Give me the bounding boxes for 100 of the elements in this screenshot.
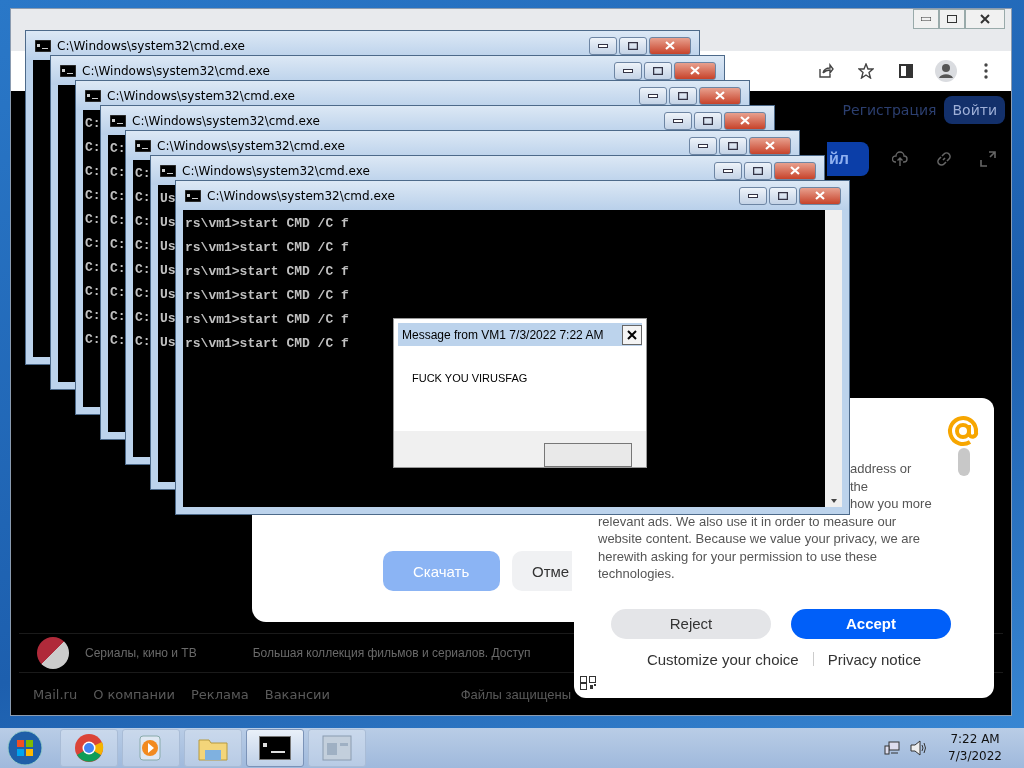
console-line: C: (85, 115, 101, 133)
minimize-button[interactable] (589, 36, 617, 55)
maximize-button[interactable] (939, 9, 965, 29)
minimize-button[interactable] (664, 111, 692, 130)
consent-text-fragment: address or (850, 460, 912, 478)
maximize-icon (778, 191, 788, 200)
close-icon (765, 141, 775, 150)
minimize-icon (698, 143, 708, 148)
scrollbar-thumb[interactable] (958, 448, 970, 476)
console-line: Us (160, 262, 176, 280)
console-line: C: (110, 140, 126, 158)
close-icon (690, 66, 700, 75)
footer-link[interactable]: Вакансии (264, 686, 330, 702)
download-button[interactable]: йл (827, 142, 869, 176)
console-icon (185, 189, 201, 202)
terminal-icon (259, 736, 291, 760)
dialog-title: Message from VM1 7/3/2022 7:22 AM (402, 327, 604, 342)
console-icon (35, 39, 51, 52)
console-line: Us (160, 334, 176, 352)
maximize-button[interactable] (694, 111, 722, 130)
console-line: C: (85, 139, 101, 157)
consent-link[interactable]: Customize your choice (646, 650, 799, 668)
minimize-icon (598, 43, 608, 48)
console-line: C: (135, 333, 151, 351)
console-line: C: (135, 309, 151, 327)
speaker-icon[interactable] (910, 740, 929, 756)
at-sign-icon (946, 414, 980, 448)
footer-link[interactable]: Mail.ru (33, 686, 78, 702)
window-icon (322, 735, 352, 761)
close-icon (715, 91, 725, 100)
maximize-button[interactable] (669, 86, 697, 105)
maximize-icon (628, 41, 638, 50)
console-line: C: (85, 307, 101, 325)
maximize-button[interactable] (619, 36, 647, 55)
minimize-button[interactable] (689, 136, 717, 155)
close-icon (740, 116, 750, 125)
console-line: C: (135, 213, 151, 231)
console-line: rs\vm1>start CMD /C f (185, 215, 349, 233)
accept-button[interactable]: Accept (791, 608, 951, 639)
maximize-icon (703, 116, 713, 125)
profile-button[interactable] (933, 58, 959, 84)
network-icon[interactable] (884, 740, 901, 756)
footer-link[interactable]: Реклама (190, 686, 249, 702)
footer-notice: Файлы защищены (460, 686, 571, 702)
reject-button[interactable]: Reject (611, 608, 771, 639)
console-line: Us (160, 310, 176, 328)
minimize-button[interactable] (614, 61, 642, 80)
console-line: C: (110, 236, 126, 254)
ok-button[interactable] (544, 443, 632, 467)
console-line: Us (160, 286, 176, 304)
window-title: C:\Windows\system32\cmd.exe (107, 88, 295, 103)
promo-description: Большая коллекция фильмов и сериалов. Доступ (252, 646, 531, 660)
clock-time: 7:22 AM (950, 731, 1000, 748)
star-icon (858, 63, 874, 79)
console-line: Us (160, 238, 176, 256)
console-line: C: (85, 331, 101, 349)
window-title: C:\Windows\system32\cmd.exe (132, 113, 320, 128)
maximize-icon (947, 15, 957, 23)
console-icon (110, 114, 126, 127)
minimize-icon (921, 17, 931, 21)
play-icon (138, 734, 164, 762)
console-line: C: (135, 285, 151, 303)
console-line: C: (110, 308, 126, 326)
close-button[interactable] (622, 324, 642, 345)
minimize-button[interactable] (739, 186, 767, 205)
console-line: C: (85, 235, 101, 253)
console-line: C: (85, 211, 101, 229)
console-line: Us (160, 190, 176, 208)
close-icon (790, 166, 800, 175)
close-icon (980, 14, 990, 24)
consent-link[interactable]: Privacy notice (827, 650, 922, 668)
windows-logo-icon (7, 730, 43, 766)
console-line: C: (85, 283, 101, 301)
window-title: C:\Windows\system32\cmd.exe (82, 63, 270, 78)
console-line: C: (110, 284, 126, 302)
maximize-icon (678, 91, 688, 100)
console-line: C: (110, 212, 126, 230)
minimize-button[interactable] (714, 161, 742, 180)
footer-link[interactable]: О компании (93, 686, 175, 702)
cloud-upload-icon (892, 151, 908, 167)
console-line: C: (135, 261, 151, 279)
console-line: C: (110, 188, 126, 206)
login-button[interactable]: Войти (944, 96, 1005, 124)
cancel-button[interactable]: Отме (512, 551, 572, 591)
chrome-icon (74, 733, 104, 763)
maximize-button[interactable] (644, 61, 672, 80)
window-title: C:\Windows\system32\cmd.exe (157, 138, 345, 153)
console-line: C: (110, 332, 126, 350)
scrollbar[interactable] (825, 210, 842, 507)
share-icon (818, 63, 834, 79)
consent-text-fragment: how you more (850, 495, 932, 513)
maximize-button[interactable] (719, 136, 747, 155)
taskbar-app[interactable] (246, 729, 304, 767)
minimize-button[interactable] (639, 86, 667, 105)
close-button[interactable] (965, 9, 1005, 29)
window-title: C:\Windows\system32\cmd.exe (57, 38, 245, 53)
maximize-icon (753, 166, 763, 175)
console-line: rs\vm1>start CMD /C f (185, 239, 349, 257)
maximize-button[interactable] (744, 161, 772, 180)
maximize-button[interactable] (769, 186, 797, 205)
